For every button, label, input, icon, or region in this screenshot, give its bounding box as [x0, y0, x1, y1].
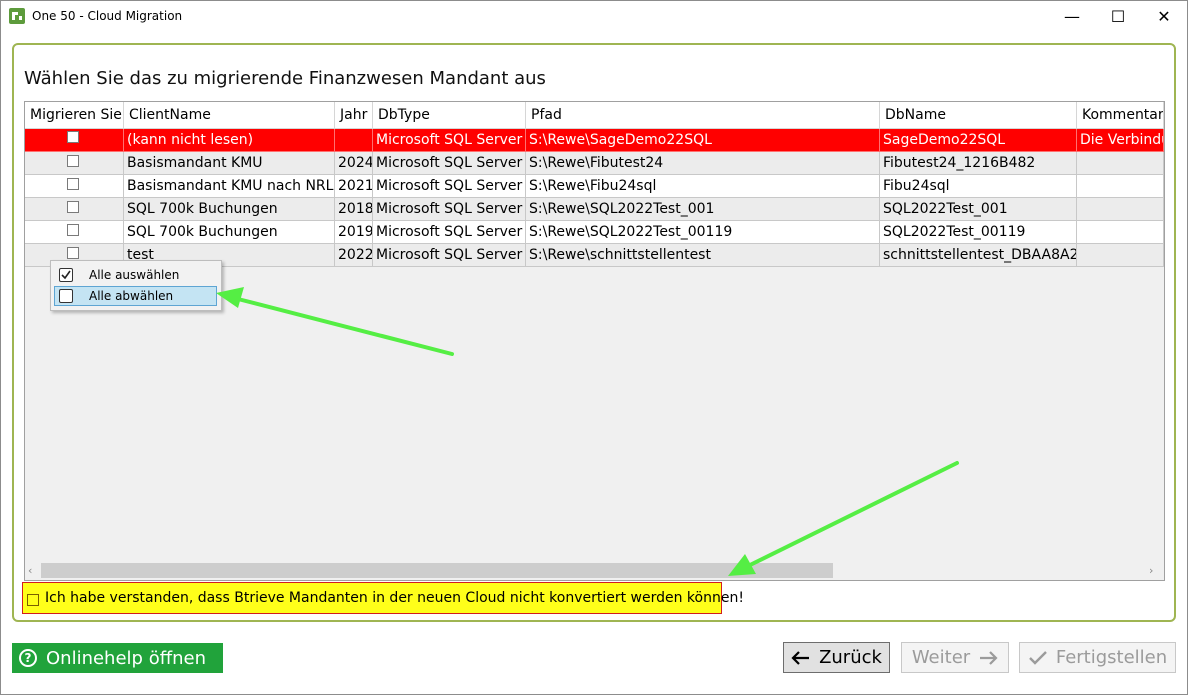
migrate-checkbox[interactable] [67, 131, 79, 143]
table-row[interactable]: (kann nicht lesen) Microsoft SQL Server S:… [25, 129, 1164, 152]
cell-pfad: S:\Rewe\Fibu24sql [526, 175, 880, 198]
migrate-checkbox[interactable] [67, 178, 79, 190]
help-icon: ? [19, 649, 37, 667]
arrow-left-icon [791, 650, 810, 665]
column-header-jahr[interactable]: Jahr [335, 102, 373, 129]
cell-kommentar [1077, 244, 1164, 267]
cell-kommentar [1077, 152, 1164, 175]
app-logo-icon [9, 8, 25, 24]
cell-dbname: schnittstellentest_DBAA8A2B [880, 244, 1077, 267]
cell-client: Basismandant KMU nach NRLR [124, 175, 335, 198]
cell-jahr: 2024 [335, 152, 373, 175]
btrieve-acknowledge[interactable]: Ich habe verstanden, dass Btrieve Mandan… [22, 582, 744, 614]
menu-item-deselect-all[interactable]: Alle abwählen [54, 286, 217, 306]
next-label: Weiter [911, 647, 971, 668]
context-menu: Alle auswählen Alle abwählen [50, 260, 222, 311]
migrate-cell [25, 198, 124, 221]
menu-item-select-all[interactable]: Alle auswählen [54, 265, 217, 285]
migrate-cell [25, 221, 124, 244]
cell-dbtype: Microsoft SQL Server [373, 175, 526, 198]
cell-dbname: SageDemo22SQL [880, 129, 1077, 152]
table-row[interactable]: Basismandant KMU nach NRLR 2021 Microsoft … [25, 175, 1164, 198]
migrate-checkbox[interactable] [67, 247, 79, 259]
page-title: Wählen Sie das zu migrierende Finanzwese… [24, 68, 546, 89]
cell-pfad: S:\Rewe\schnittstellentest [526, 244, 880, 267]
cell-dbname: Fibutest24_1216B482 [880, 152, 1077, 175]
back-button[interactable]: Zurück [783, 642, 890, 673]
close-icon: ✕ [1157, 7, 1171, 26]
cell-client: SQL 700k Buchungen [124, 221, 335, 244]
cell-dbtype: Microsoft SQL Server [373, 198, 526, 221]
scroll-left-icon[interactable]: ‹ [28, 562, 32, 579]
cell-kommentar: Die Verbindu [1077, 129, 1164, 152]
migrate-checkbox[interactable] [67, 201, 79, 213]
cell-dbtype: Microsoft SQL Server [373, 244, 526, 267]
window-title: One 50 - Cloud Migration [32, 9, 183, 23]
online-help-button[interactable]: ? Onlinehelp öffnen [12, 643, 223, 673]
maximize-icon: ☐ [1110, 7, 1126, 26]
cell-kommentar [1077, 221, 1164, 244]
column-header-pfad[interactable]: Pfad [526, 102, 880, 129]
cell-jahr: 2019 [335, 221, 373, 244]
column-header-dbtype[interactable]: DbType [373, 102, 526, 129]
cell-pfad: S:\Rewe\SQL2022Test_00119 [526, 221, 880, 244]
table-row[interactable]: SQL 700k Buchungen 2018 Microsoft SQL Serv… [25, 198, 1164, 221]
cell-pfad: S:\Rewe\SQL2022Test_001 [526, 198, 880, 221]
finish-button[interactable]: Fertigstellen [1019, 642, 1176, 673]
horizontal-scrollbar[interactable]: ‹ › [25, 562, 1163, 579]
back-label: Zurück [819, 647, 882, 668]
cell-dbname: SQL2022Test_001 [880, 198, 1077, 221]
checkmark-icon [1028, 650, 1047, 665]
menu-item-label: Alle auswählen [89, 268, 180, 282]
cell-pfad: S:\Rewe\Fibutest24 [526, 152, 880, 175]
cell-dbtype: Microsoft SQL Server [373, 152, 526, 175]
column-header-migrate[interactable]: Migrieren Sie [25, 102, 124, 129]
migrate-checkbox[interactable] [67, 155, 79, 167]
cell-client: (kann nicht lesen) [124, 129, 335, 152]
client-grid[interactable]: Migrieren Sie ClientName Jahr DbType Pfa… [24, 101, 1165, 581]
migrate-cell [25, 152, 124, 175]
cell-kommentar [1077, 175, 1164, 198]
cell-dbname: Fibu24sql [880, 175, 1077, 198]
arrow-right-icon [980, 650, 998, 665]
column-header-kommentar[interactable]: Kommentar [1077, 102, 1164, 129]
maximize-button[interactable]: ☐ [1095, 0, 1141, 33]
cell-jahr [335, 129, 373, 152]
cell-client: SQL 700k Buchungen [124, 198, 335, 221]
minimize-button[interactable]: — [1049, 0, 1095, 33]
acknowledge-label: Ich habe verstanden, dass Btrieve Mandan… [45, 590, 744, 606]
table-row[interactable]: SQL 700k Buchungen 2019 Microsoft SQL Serv… [25, 221, 1164, 244]
column-header-dbname[interactable]: DbName [880, 102, 1077, 129]
finish-label: Fertigstellen [1055, 647, 1168, 668]
cell-dbtype: Microsoft SQL Server [373, 129, 526, 152]
cell-client: Basismandant KMU [124, 152, 335, 175]
menu-item-label: Alle abwählen [89, 289, 174, 303]
checkbox-empty-icon [59, 289, 73, 303]
migrate-cell [25, 175, 124, 198]
migrate-cell [25, 129, 124, 152]
acknowledge-checkbox[interactable] [27, 594, 39, 606]
checkbox-checked-icon [59, 268, 73, 282]
table-row[interactable]: Basismandant KMU 2024 Microsoft SQL Server… [25, 152, 1164, 175]
cell-dbtype: Microsoft SQL Server [373, 221, 526, 244]
migrate-checkbox[interactable] [67, 224, 79, 236]
cell-jahr: 2022 [335, 244, 373, 267]
online-help-label: Onlinehelp öffnen [46, 647, 206, 669]
column-header-clientname[interactable]: ClientName [124, 102, 335, 129]
cell-jahr: 2021 [335, 175, 373, 198]
scroll-right-icon[interactable]: › [1149, 562, 1153, 579]
cell-pfad: S:\Rewe\SageDemo22SQL [526, 129, 880, 152]
scrollbar-thumb[interactable] [41, 563, 833, 578]
minimize-icon: — [1064, 7, 1080, 26]
cell-dbname: SQL2022Test_00119 [880, 221, 1077, 244]
cell-jahr: 2018 [335, 198, 373, 221]
cell-kommentar [1077, 198, 1164, 221]
next-button[interactable]: Weiter [901, 642, 1009, 673]
close-button[interactable]: ✕ [1141, 0, 1187, 33]
